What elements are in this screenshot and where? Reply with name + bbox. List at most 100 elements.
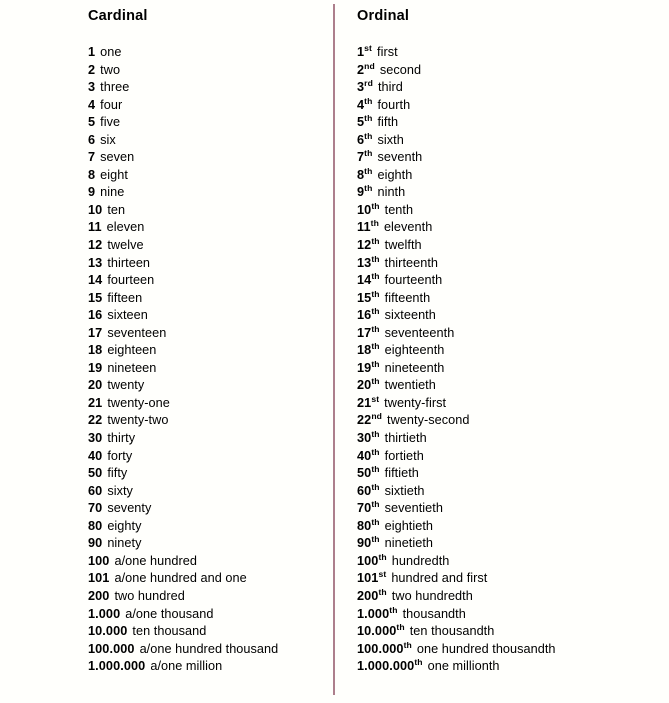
number-row: 10th tenth	[357, 201, 669, 220]
number-word: eight	[100, 167, 128, 182]
ordinal-suffix: th	[364, 183, 373, 194]
number-figure: 100.000	[88, 641, 135, 656]
number-row: 80 eighty	[88, 518, 333, 536]
number-row: 2nd second	[357, 60, 669, 80]
ordinal-row-list: 1st first 2nd second 3rd third 4th fourth 5th fif…	[357, 43, 669, 676]
number-figure: 90	[88, 536, 103, 551]
number-figure: 70	[88, 501, 103, 516]
number-row: 10.000 ten thousand	[88, 623, 333, 641]
number-figure: 60	[357, 483, 372, 498]
number-figure: 13	[357, 255, 372, 270]
number-word: a/one million	[150, 659, 223, 674]
number-row: 101st hundred and first	[357, 570, 669, 588]
number-word: ten thousand	[132, 624, 207, 639]
number-row: 100.000th one hundred thousandth	[357, 640, 669, 659]
number-figure: 50	[88, 466, 103, 481]
number-word: twenty-second	[387, 413, 470, 428]
number-figure: 10.000	[88, 624, 128, 639]
ordinal-suffix: th	[371, 446, 380, 457]
cardinal-column-header: Cardinal	[88, 8, 148, 24]
number-row: 4 four	[88, 97, 333, 115]
number-figure: 11	[357, 220, 371, 235]
number-figure: 6	[88, 132, 96, 147]
columns-container: Cardinal 1 one 2 two 3 three 4 four 5 five 6 six 7 se…	[0, 0, 669, 703]
number-figure: 10	[88, 202, 103, 217]
ordinal-suffix: th	[371, 481, 380, 492]
number-word: twelve	[107, 238, 144, 253]
ordinal-suffix: th	[371, 498, 380, 509]
number-word: a/one hundred thousand	[139, 641, 279, 656]
number-figure: 40	[357, 448, 372, 463]
number-figure: 200	[357, 588, 379, 603]
ordinal-suffix: th	[371, 463, 380, 474]
number-row: 200th two hundredth	[357, 587, 669, 606]
number-figure: 12	[88, 238, 103, 253]
number-row: 13th thirteenth	[357, 254, 669, 273]
number-word: sixty	[107, 483, 133, 498]
number-word: eighteen	[107, 343, 157, 358]
number-row: 13 thirteen	[88, 255, 333, 273]
number-row: 50th fiftieth	[357, 465, 669, 483]
number-word: two hundred	[114, 588, 185, 603]
number-word: twenty-two	[107, 413, 169, 428]
number-figure: 20	[88, 378, 103, 393]
number-figure: 101	[357, 571, 379, 586]
number-row: 20th twentieth	[357, 377, 669, 395]
number-word: fifty	[107, 466, 128, 481]
number-figure: 18	[88, 343, 103, 358]
ordinal-suffix: th	[371, 288, 380, 299]
number-figure: 21	[88, 395, 103, 410]
number-figure: 10.000	[357, 624, 397, 639]
number-row: 60th sixtieth	[357, 481, 669, 501]
number-word: twelfth	[384, 238, 422, 253]
number-word: ten	[107, 202, 126, 217]
ordinal-suffix: th	[364, 112, 373, 123]
number-figure: 8	[88, 167, 96, 182]
number-row: 60 sixty	[88, 483, 333, 501]
number-word: fifth	[377, 115, 399, 130]
number-row: 40 forty	[88, 448, 333, 466]
ordinal-suffix: th	[414, 656, 423, 667]
number-row: 100 a/one hundred	[88, 553, 333, 571]
ordinal-suffix: nd	[364, 60, 375, 71]
number-row: 17 seventeen	[88, 325, 333, 343]
number-word: seventieth	[384, 501, 443, 516]
number-word: seven	[100, 150, 135, 165]
number-figure: 17	[357, 325, 372, 340]
ordinal-suffix: th	[371, 516, 380, 527]
ordinal-suffix: th	[378, 551, 387, 562]
number-figure: 18	[357, 343, 372, 358]
number-row: 9th ninth	[357, 184, 669, 202]
number-figure: 1.000.000	[357, 659, 415, 674]
number-row: 8th eighth	[357, 166, 669, 185]
number-word: forty	[107, 448, 133, 463]
ordinal-suffix: th	[371, 270, 380, 281]
number-word: fourth	[377, 97, 411, 112]
number-row: 1st first	[357, 43, 669, 62]
number-row: 1.000 a/one thousand	[88, 606, 333, 624]
number-row: 4th fourth	[357, 95, 669, 115]
number-row: 16 sixteen	[88, 307, 333, 325]
ordinal-suffix: th	[396, 621, 405, 632]
number-figure: 70	[357, 501, 372, 516]
ordinal-suffix: th	[370, 218, 379, 229]
number-figure: 200	[88, 588, 110, 603]
ordinal-suffix: rd	[364, 77, 373, 88]
ordinal-column: Ordinal 1st first 2nd second 3rd third 4th four…	[333, 0, 669, 703]
number-row: 70 seventy	[88, 500, 333, 518]
number-row: 12th twelfth	[357, 236, 669, 255]
number-figure: 1	[88, 45, 96, 59]
number-word: nineteen	[107, 360, 157, 375]
number-row: 6 six	[88, 132, 333, 150]
number-figure: 15	[357, 290, 372, 305]
ordinal-suffix: st	[371, 393, 380, 404]
number-word: eightieth	[384, 518, 434, 533]
number-row: 22nd twenty-second	[357, 412, 669, 430]
number-figure: 100	[88, 553, 110, 568]
number-row: 10 ten	[88, 202, 333, 220]
number-row: 5 five	[88, 114, 333, 132]
number-word: sixtieth	[384, 483, 425, 498]
number-row: 50 fifty	[88, 465, 333, 483]
ordinal-suffix: th	[364, 95, 373, 106]
number-row: 90 ninety	[88, 535, 333, 553]
